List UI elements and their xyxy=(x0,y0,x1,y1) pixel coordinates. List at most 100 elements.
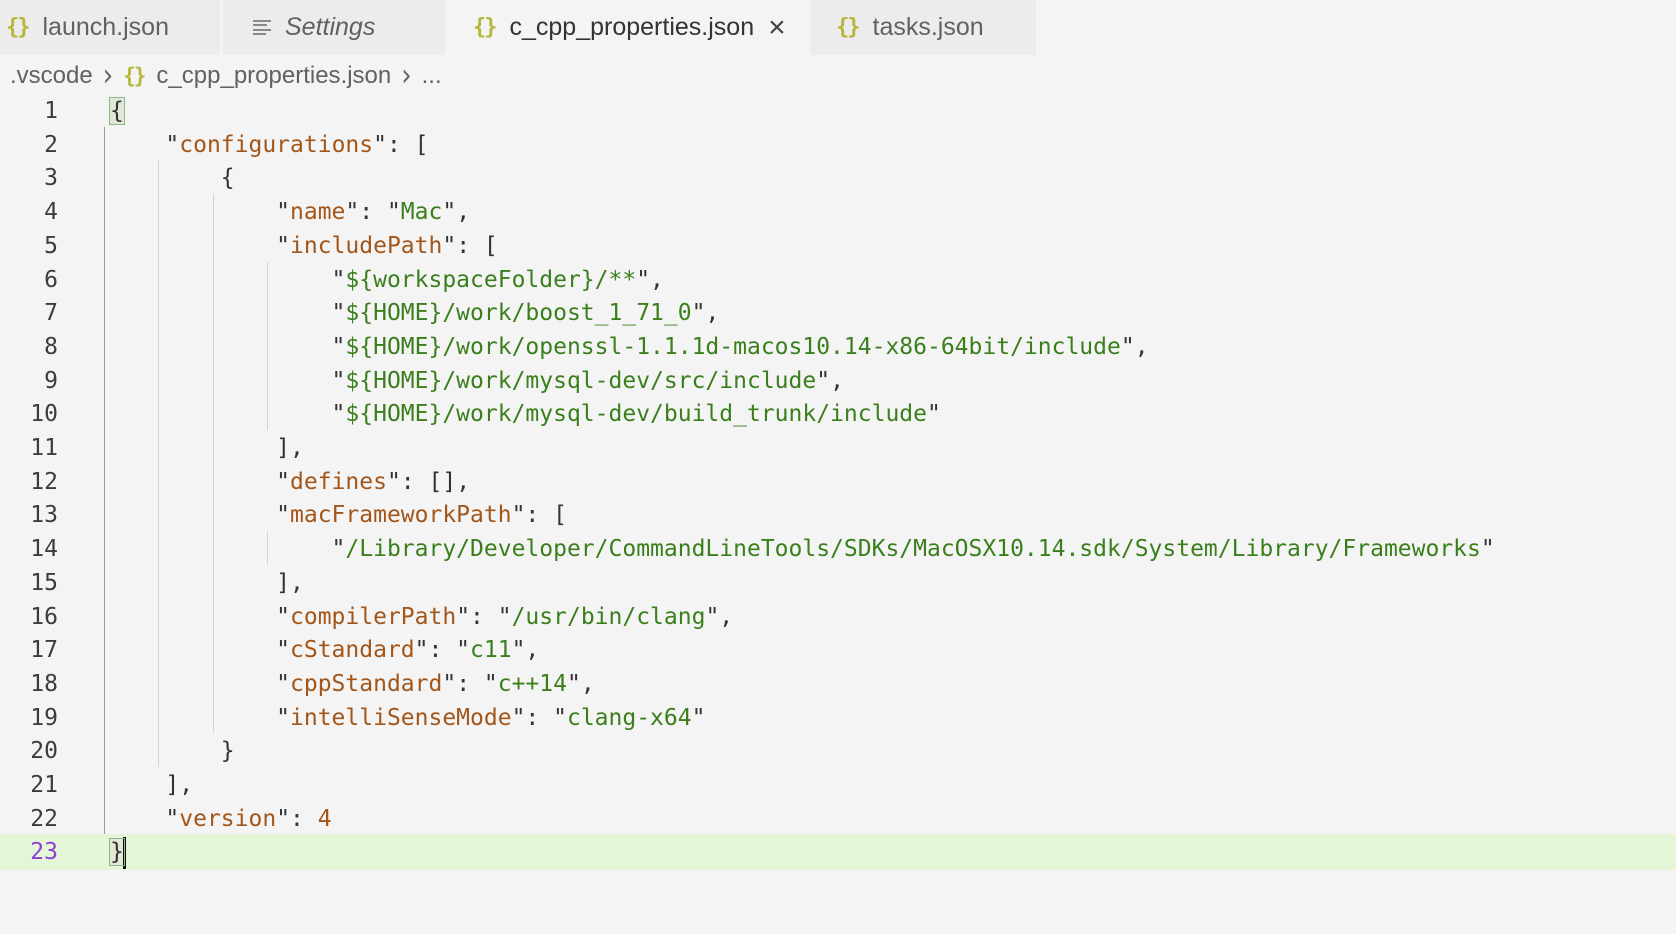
code-line[interactable]: 4 "name": "Mac", xyxy=(0,194,1676,230)
tab-label: c_cpp_properties.json xyxy=(509,13,755,41)
json-punctuation: ": [ xyxy=(511,502,567,529)
chevron-right-icon: › xyxy=(401,58,412,94)
line-code: { xyxy=(109,93,125,129)
tab-launch-json[interactable]: {} launch.json xyxy=(0,0,220,55)
json-key: configurations xyxy=(179,131,374,158)
json-key: compilerPath xyxy=(290,603,457,630)
tab-label: launch.json xyxy=(42,13,169,41)
code-line[interactable]: 14 "/Library/Developer/CommandLineTools/… xyxy=(0,531,1676,567)
breadcrumb-folder[interactable]: .vscode xyxy=(10,62,93,90)
tab-c-cpp-properties-json[interactable]: {} c_cpp_properties.json × xyxy=(445,0,809,55)
json-string: clang-x64 xyxy=(566,704,692,731)
json-punctuation: ], xyxy=(110,772,194,798)
line-code: "${HOME}/work/mysql-dev/src/include", xyxy=(110,363,844,399)
code-editor[interactable]: 1{2 "configurations": [3 {4 "name": "Mac… xyxy=(0,93,1676,934)
json-punctuation: " xyxy=(1480,536,1495,563)
json-key: defines xyxy=(290,468,387,495)
code-line[interactable]: 13 "macFrameworkPath": [ xyxy=(0,497,1676,533)
code-line[interactable]: 21 ], xyxy=(0,767,1676,803)
code-line[interactable]: 17 "cStandard": "c11", xyxy=(0,632,1676,668)
code-line[interactable]: 2 "configurations": [ xyxy=(0,127,1676,163)
tab-settings[interactable]: Settings xyxy=(223,0,445,55)
json-punctuation: { xyxy=(109,97,125,125)
json-string: ${HOME}/work/openssl-1.1.1d-macos10.14-x… xyxy=(345,333,1121,360)
code-line[interactable]: 6 "${workspaceFolder}/**", xyxy=(0,262,1676,298)
line-code: "${workspaceFolder}/**", xyxy=(110,262,664,298)
line-code: ], xyxy=(110,430,304,466)
json-punctuation: ", xyxy=(691,300,720,327)
code-line[interactable]: 20 } xyxy=(0,733,1676,769)
json-punctuation: " xyxy=(110,367,346,394)
code-line[interactable]: 10 "${HOME}/work/mysql-dev/build_trunk/i… xyxy=(0,396,1676,432)
code-line[interactable]: 1{ xyxy=(0,93,1676,129)
code-line[interactable]: 16 "compilerPath": "/usr/bin/clang", xyxy=(0,599,1676,635)
line-code: "macFrameworkPath": [ xyxy=(110,497,567,533)
line-number: 19 xyxy=(30,704,58,731)
editor-window: {} launch.json Settings {} c_cpp_propert… xyxy=(0,0,1676,934)
code-line[interactable]: 15 ], xyxy=(0,565,1676,601)
json-punctuation: ": [ xyxy=(442,232,498,259)
breadcrumb: .vscode › {} c_cpp_properties.json › ... xyxy=(10,58,442,94)
json-punctuation: } xyxy=(110,738,235,765)
code-line[interactable]: 18 "cppStandard": "c++14", xyxy=(0,666,1676,702)
json-punctuation: ", xyxy=(442,199,471,226)
code-line[interactable]: 3 { xyxy=(0,160,1676,196)
line-code: "intelliSenseMode": "clang-x64" xyxy=(110,700,705,736)
code-line[interactable]: 7 "${HOME}/work/boost_1_71_0", xyxy=(0,295,1676,331)
bracket-match-highlight: { xyxy=(109,97,125,125)
json-string: /Library/Developer/CommandLineTools/SDKs… xyxy=(345,536,1481,563)
line-code: "compilerPath": "/usr/bin/clang", xyxy=(110,599,733,635)
json-key: cStandard xyxy=(290,637,415,664)
json-punctuation: ": " xyxy=(442,670,498,697)
settings-lines-icon xyxy=(253,20,271,35)
line-number: 21 xyxy=(30,772,58,798)
code-line[interactable]: 23} xyxy=(0,834,1676,871)
code-line[interactable]: 8 "${HOME}/work/openssl-1.1.1d-macos10.1… xyxy=(0,329,1676,365)
json-string: Mac xyxy=(400,199,443,226)
line-code: "${HOME}/work/mysql-dev/build_trunk/incl… xyxy=(110,396,941,432)
line-number: 8 xyxy=(44,333,58,360)
json-key: version xyxy=(179,805,277,832)
json-punctuation: " xyxy=(110,199,291,226)
code-line[interactable]: 22 "version": 4 xyxy=(0,801,1676,837)
code-line[interactable]: 11 ], xyxy=(0,430,1676,466)
json-string: c11 xyxy=(470,637,512,664)
tab-label: tasks.json xyxy=(872,13,984,41)
line-number: 1 xyxy=(44,98,58,124)
line-number: 3 xyxy=(44,165,58,192)
code-line[interactable]: 19 "intelliSenseMode": "clang-x64" xyxy=(0,700,1676,736)
json-string: ${HOME}/work/boost_1_71_0 xyxy=(345,300,692,327)
json-punctuation: " xyxy=(110,333,346,360)
json-string: ${HOME}/work/mysql-dev/src/include xyxy=(345,367,817,394)
bracket-match-highlight: } xyxy=(109,838,125,867)
json-braces-icon: {} xyxy=(123,64,146,88)
close-icon[interactable]: × xyxy=(768,12,786,43)
json-key: macFrameworkPath xyxy=(290,502,512,529)
json-key: intelliSenseMode xyxy=(290,704,512,731)
json-punctuation: " xyxy=(110,300,346,327)
code-line[interactable]: 12 "defines": [], xyxy=(0,464,1676,500)
line-number: 13 xyxy=(30,502,58,529)
json-string: ${workspaceFolder}/** xyxy=(345,266,637,293)
line-number: 6 xyxy=(44,266,58,293)
code-line[interactable]: 9 "${HOME}/work/mysql-dev/src/include", xyxy=(0,363,1676,399)
breadcrumb-more[interactable]: ... xyxy=(422,62,442,90)
json-punctuation: ": " xyxy=(456,603,512,630)
json-string: /usr/bin/clang xyxy=(511,603,706,630)
json-punctuation: " xyxy=(110,670,291,697)
tab-tasks-json[interactable]: {} tasks.json xyxy=(810,0,1036,55)
json-punctuation: " xyxy=(110,637,291,664)
line-code: "configurations": [ xyxy=(110,127,428,163)
json-key: name xyxy=(290,199,346,226)
line-code: "${HOME}/work/openssl-1.1.1d-macos10.14-… xyxy=(110,329,1149,365)
line-code: "/Library/Developer/CommandLineTools/SDK… xyxy=(110,531,1495,567)
json-punctuation: " xyxy=(110,704,291,731)
code-line[interactable]: 5 "includePath": [ xyxy=(0,228,1676,264)
line-number: 7 xyxy=(44,300,58,327)
json-punctuation: " xyxy=(110,266,346,293)
line-number: 9 xyxy=(44,367,58,394)
json-punctuation: ", xyxy=(511,637,540,664)
breadcrumb-file[interactable]: c_cpp_properties.json xyxy=(156,62,391,90)
json-punctuation: " xyxy=(927,401,941,428)
line-number: 16 xyxy=(30,603,58,630)
